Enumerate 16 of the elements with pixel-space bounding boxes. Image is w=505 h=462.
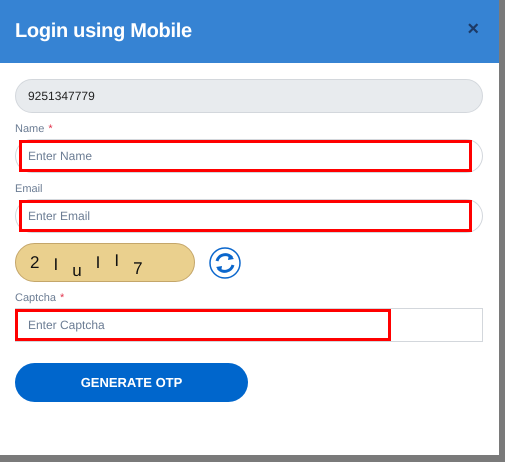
captcha-character: I (53, 254, 58, 274)
required-mark: * (48, 123, 53, 135)
captcha-character: 2 (30, 252, 40, 272)
captcha-character: I (96, 252, 100, 272)
field-label: Captcha (15, 292, 56, 304)
captcha-character: 7 (133, 258, 143, 278)
field-label: Name (15, 123, 44, 135)
generate-otp-button[interactable]: GENERATE OTP (15, 363, 248, 402)
required-mark: * (60, 292, 64, 304)
close-button[interactable]: × (463, 18, 483, 41)
captcha-character: I (114, 250, 120, 270)
refresh-icon[interactable] (209, 246, 241, 278)
mobile-field[interactable]: 9251347779 (15, 79, 483, 113)
dialog-title: Login using Mobile (15, 20, 192, 43)
captcha-character: u (72, 260, 82, 280)
field-label: Email (15, 183, 43, 195)
